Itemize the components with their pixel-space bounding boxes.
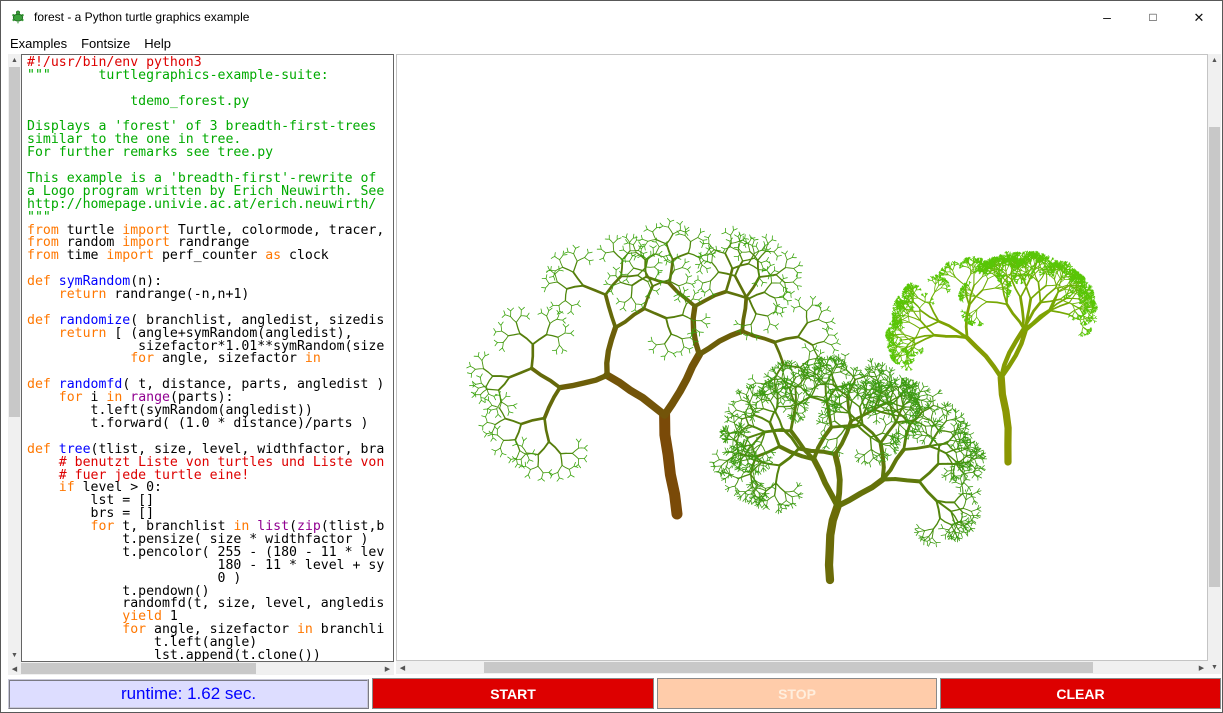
source-code-text[interactable]: #!/usr/bin/env python3""" turtlegraphics…: [21, 54, 394, 662]
scroll-right-icon[interactable]: ▶: [1195, 661, 1208, 674]
app-window: forest - a Python turtle graphics exampl…: [0, 0, 1223, 713]
menu-fontsize[interactable]: Fontsize: [74, 34, 137, 53]
main-area: ▲ ▼ #!/usr/bin/env python3""" turtlegrap…: [1, 54, 1222, 676]
close-button[interactable]: ✕: [1176, 1, 1222, 33]
canvas-hscroll-thumb[interactable]: [484, 662, 1093, 673]
turtle-app-icon: [10, 9, 26, 25]
menu-examples[interactable]: Examples: [3, 34, 74, 53]
code-panel: ▲ ▼ #!/usr/bin/env python3""" turtlegrap…: [8, 54, 394, 675]
code-vscroll-thumb[interactable]: [9, 67, 20, 417]
control-bar: runtime: 1.62 sec. START STOP CLEAR: [1, 676, 1222, 712]
menubar: Examples Fontsize Help: [1, 33, 1222, 54]
scroll-left-icon[interactable]: ◀: [8, 662, 21, 675]
scroll-up-icon[interactable]: ▲: [1208, 54, 1221, 67]
code-hscroll-thumb[interactable]: [21, 663, 256, 674]
start-button[interactable]: START: [372, 678, 654, 709]
maximize-icon: □: [1149, 11, 1156, 23]
minimize-icon: –: [1103, 10, 1111, 24]
canvas-horizontal-scrollbar[interactable]: ◀ ▶: [396, 661, 1208, 674]
code-horizontal-scrollbar[interactable]: ◀ ▶: [8, 662, 394, 675]
scroll-left-icon[interactable]: ◀: [396, 661, 409, 674]
close-icon: ✕: [1194, 11, 1205, 24]
canvas-vertical-scrollbar[interactable]: ▲ ▼: [1208, 54, 1221, 674]
titlebar: forest - a Python turtle graphics exampl…: [1, 1, 1222, 33]
maximize-button[interactable]: □: [1130, 1, 1176, 33]
scroll-right-icon[interactable]: ▶: [381, 662, 394, 675]
menu-help[interactable]: Help: [137, 34, 178, 53]
scroll-down-icon[interactable]: ▼: [8, 649, 21, 662]
minimize-button[interactable]: –: [1084, 1, 1130, 33]
code-vertical-scrollbar[interactable]: ▲ ▼: [8, 54, 21, 662]
scroll-up-icon[interactable]: ▲: [8, 54, 21, 67]
window-controls: – □ ✕: [1084, 1, 1222, 33]
runtime-label: runtime: 1.62 sec.: [8, 679, 369, 709]
clear-button[interactable]: CLEAR: [940, 678, 1221, 709]
canvas-area: ▲ ▼ ◀ ▶: [396, 54, 1222, 675]
forest-trees-drawing: [397, 55, 1208, 661]
stop-button[interactable]: STOP: [657, 678, 937, 709]
scroll-down-icon[interactable]: ▼: [1208, 661, 1221, 674]
window-title: forest - a Python turtle graphics exampl…: [34, 10, 249, 24]
turtle-canvas: [396, 54, 1208, 661]
canvas-vscroll-thumb[interactable]: [1209, 127, 1220, 587]
